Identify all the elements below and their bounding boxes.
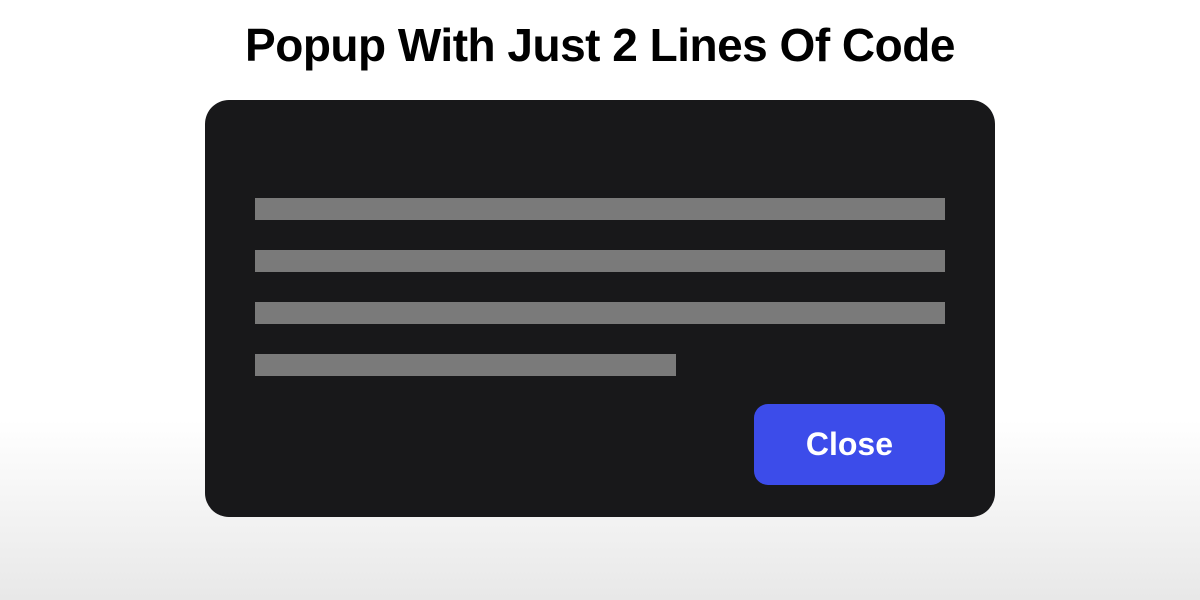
popup-actions: Close — [255, 404, 945, 485]
placeholder-line — [255, 198, 945, 220]
placeholder-line — [255, 302, 945, 324]
popup-modal: Close — [205, 100, 995, 517]
page-title: Popup With Just 2 Lines Of Code — [245, 18, 955, 72]
placeholder-line — [255, 354, 676, 376]
placeholder-line — [255, 250, 945, 272]
close-button[interactable]: Close — [754, 404, 945, 485]
popup-content-placeholder — [255, 198, 945, 376]
